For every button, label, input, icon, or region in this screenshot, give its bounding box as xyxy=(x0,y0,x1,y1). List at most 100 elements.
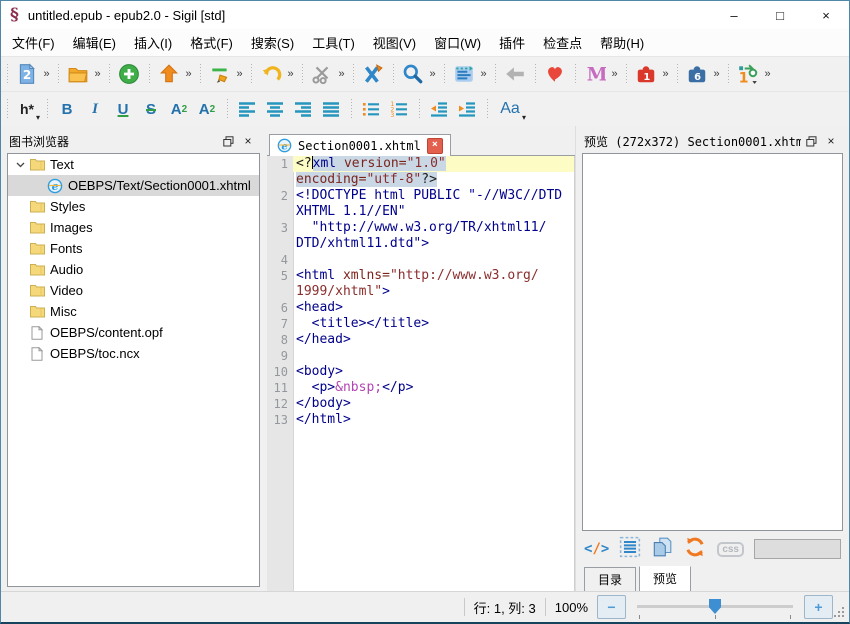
heading-button[interactable]: h*▾ xyxy=(13,95,41,123)
tab-section0001[interactable]: e Section0001.xhtml × xyxy=(269,134,451,156)
outdent-button[interactable] xyxy=(425,95,453,123)
insert-split-button[interactable] xyxy=(450,60,478,88)
menu-item-2[interactable]: 插入(I) xyxy=(125,29,181,56)
code-line[interactable]: </body> xyxy=(293,396,574,412)
menu-item-1[interactable]: 编辑(E) xyxy=(64,29,125,56)
close-button[interactable]: × xyxy=(803,1,849,29)
refresh-button[interactable] xyxy=(683,535,707,564)
expander-icon[interactable] xyxy=(12,160,28,169)
tab-toc[interactable]: 目录 xyxy=(584,567,636,593)
donate-button[interactable] xyxy=(541,60,569,88)
toolbar-grip[interactable] xyxy=(727,63,730,85)
code-line[interactable] xyxy=(293,252,574,268)
code-editor[interactable]: 1<?xml version="1.0"encoding="utf-8"?>2<… xyxy=(267,156,575,591)
overflow-chevron[interactable]: » xyxy=(92,68,103,80)
italic-button[interactable]: I xyxy=(81,95,109,123)
zoom-slider[interactable] xyxy=(635,595,795,619)
toolbar-grip[interactable] xyxy=(57,63,60,85)
overflow-chevron[interactable]: » xyxy=(183,68,194,80)
tree-item-images[interactable]: Images xyxy=(8,217,259,238)
bullet-list-button[interactable] xyxy=(357,95,385,123)
back-button[interactable] xyxy=(501,60,529,88)
find-button[interactable] xyxy=(399,60,427,88)
code-line[interactable]: </html> xyxy=(293,412,574,428)
menu-item-3[interactable]: 格式(F) xyxy=(181,29,242,56)
tree-item-video[interactable]: Video xyxy=(8,280,259,301)
add-existing-button[interactable] xyxy=(115,60,143,88)
code-line[interactable]: encoding="utf-8"?> xyxy=(293,172,574,188)
toolbar-grip[interactable] xyxy=(352,63,355,85)
code-line[interactable]: "http://www.w3.org/TR/xhtml11/ xyxy=(293,220,574,236)
indent-button[interactable] xyxy=(453,95,481,123)
menu-item-8[interactable]: 插件 xyxy=(490,29,534,56)
new-epub-button[interactable]: 2 xyxy=(13,60,41,88)
overflow-chevron[interactable]: » xyxy=(609,68,620,80)
edit-button[interactable] xyxy=(206,60,234,88)
close-pane-button[interactable]: × xyxy=(821,134,841,148)
numbered-list-button[interactable]: 123 xyxy=(385,95,413,123)
toolbar-grip[interactable] xyxy=(148,63,151,85)
toolbar-grip[interactable] xyxy=(6,63,9,85)
open-button[interactable] xyxy=(64,60,92,88)
toolbar-grip[interactable] xyxy=(392,63,395,85)
toolbar-grip[interactable] xyxy=(676,63,679,85)
toolbar-grip[interactable] xyxy=(534,63,537,85)
toolbar-grip[interactable] xyxy=(46,98,49,120)
overflow-chevron[interactable]: » xyxy=(711,68,722,80)
code-line[interactable]: <head> xyxy=(293,300,574,316)
tree-item-oebps-toc-ncx[interactable]: OEBPS/toc.ncx xyxy=(8,343,259,364)
checkpoint-button[interactable]: 1 xyxy=(734,60,762,88)
toolbar-grip[interactable] xyxy=(494,63,497,85)
float-pane-button[interactable] xyxy=(801,136,821,147)
overflow-chevron[interactable]: » xyxy=(427,68,438,80)
toolbar-grip[interactable] xyxy=(574,63,577,85)
minimize-button[interactable]: – xyxy=(711,1,757,29)
code-line[interactable]: <!DOCTYPE html PUBLIC "-//W3C//DTD xyxy=(293,188,574,204)
code-line[interactable]: XHTML 1.1//EN" xyxy=(293,204,574,220)
code-line[interactable]: <html xmlns="http://www.w3.org/ xyxy=(293,268,574,284)
copy-button[interactable] xyxy=(651,536,673,563)
tree-item-audio[interactable]: Audio xyxy=(8,259,259,280)
slider-handle[interactable] xyxy=(709,599,721,614)
overflow-chevron[interactable]: » xyxy=(762,68,773,80)
align-right-button[interactable] xyxy=(289,95,317,123)
tree-item-misc[interactable]: Misc xyxy=(8,301,259,322)
toolbar-grip[interactable] xyxy=(226,98,229,120)
menu-item-0[interactable]: 文件(F) xyxy=(3,29,64,56)
tree-item-oebps-text-section0001-xhtml[interactable]: eOEBPS/Text/Section0001.xhtml xyxy=(8,175,259,196)
overflow-chevron[interactable]: » xyxy=(478,68,489,80)
plugin-1-button[interactable]: 1 xyxy=(632,60,660,88)
code-line[interactable]: 1999/xhtml"> xyxy=(293,284,574,300)
overflow-chevron[interactable]: » xyxy=(234,68,245,80)
select-all-button[interactable] xyxy=(619,536,641,563)
toolbar-grip[interactable] xyxy=(350,98,353,120)
code-line[interactable]: DTD/xhtml11.dtd"> xyxy=(293,236,574,252)
spellcheck-button[interactable] xyxy=(359,60,387,88)
align-center-button[interactable] xyxy=(261,95,289,123)
resize-grip[interactable] xyxy=(842,615,844,617)
tab-preview[interactable]: 预览 xyxy=(639,566,691,592)
menu-item-4[interactable]: 搜索(S) xyxy=(242,29,303,56)
undo-button[interactable] xyxy=(257,60,285,88)
menu-item-7[interactable]: 窗口(W) xyxy=(425,29,490,56)
maximize-button[interactable]: □ xyxy=(757,1,803,29)
menu-item-6[interactable]: 视图(V) xyxy=(364,29,425,56)
change-case-button[interactable]: Aa▾ xyxy=(493,95,527,123)
code-line[interactable]: </head> xyxy=(293,332,574,348)
preview-address-field[interactable] xyxy=(754,539,841,559)
zoom-in-button[interactable]: + xyxy=(804,595,833,619)
plugin-6-button[interactable]: 6 xyxy=(683,60,711,88)
tree-item-fonts[interactable]: Fonts xyxy=(8,238,259,259)
overflow-chevron[interactable]: » xyxy=(660,68,671,80)
tab-close-button[interactable]: × xyxy=(427,138,443,154)
code-line[interactable] xyxy=(293,348,574,364)
align-justify-button[interactable] xyxy=(317,95,345,123)
toolbar-grip[interactable] xyxy=(418,98,421,120)
toolbar-grip[interactable] xyxy=(250,63,253,85)
superscript-button[interactable]: A2 xyxy=(193,95,221,123)
tree-item-styles[interactable]: Styles xyxy=(8,196,259,217)
save-button[interactable] xyxy=(155,60,183,88)
menu-item-5[interactable]: 工具(T) xyxy=(303,29,364,56)
toolbar-grip[interactable] xyxy=(301,63,304,85)
inspect-code-button[interactable]: </> xyxy=(584,541,609,557)
